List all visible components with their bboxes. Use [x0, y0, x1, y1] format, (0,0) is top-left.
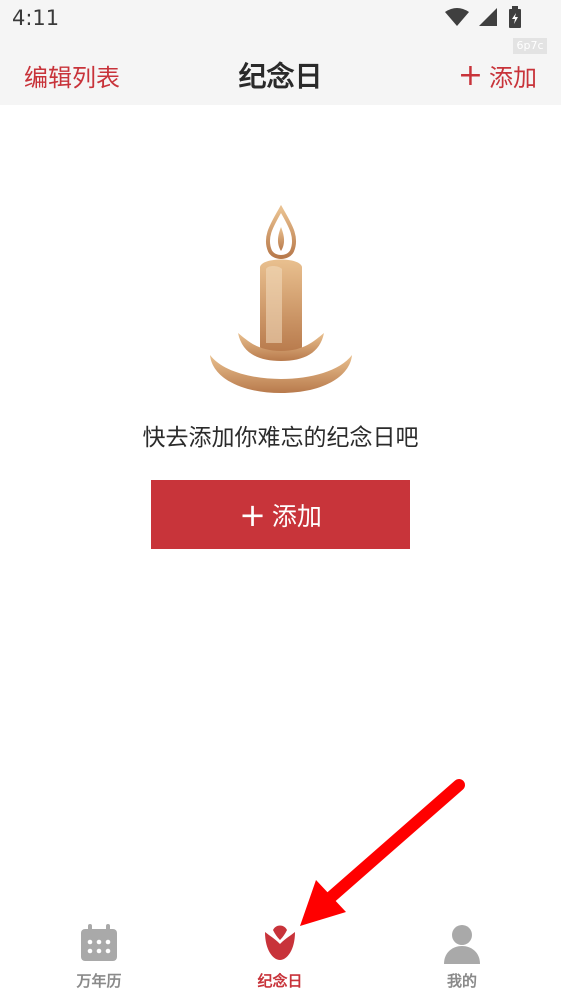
add-button-label: 添加 — [271, 501, 322, 531]
screen: 4:11 6p7c 编辑列表 纪念日 + 添加 快去添加你难忘的纪念日吧 + 添… — [0, 0, 561, 999]
candle-icon — [210, 205, 352, 393]
signal-icon — [479, 8, 497, 26]
tab-label: 万年历 — [76, 972, 122, 990]
person-icon — [444, 925, 480, 964]
battery-icon — [509, 6, 521, 28]
tulip-icon — [265, 925, 295, 960]
tab-anniversary[interactable]: 纪念日 — [220, 910, 340, 999]
plus-icon: + — [239, 495, 266, 534]
tab-label: 纪念日 — [257, 972, 303, 990]
wifi-icon — [445, 8, 469, 26]
bottom-tab-bar: 万年历 纪念日 我的 — [0, 910, 561, 999]
calendar-icon — [81, 924, 117, 961]
empty-state-message: 快去添加你难忘的纪念日吧 — [142, 425, 419, 451]
header-add-label: 添加 — [489, 64, 537, 92]
status-time: 4:11 — [12, 6, 60, 30]
watermark-badge: 6p7c — [513, 38, 547, 54]
plus-icon: + — [457, 57, 483, 93]
top-bar: 4:11 6p7c 编辑列表 纪念日 + 添加 — [0, 0, 561, 105]
status-icons — [445, 6, 521, 28]
tab-me[interactable]: 我的 — [402, 910, 522, 999]
tab-label: 我的 — [446, 972, 477, 990]
add-anniversary-button[interactable]: + 添加 — [151, 480, 410, 549]
tab-calendar[interactable]: 万年历 — [39, 910, 159, 999]
header-add-button[interactable]: + 添加 — [458, 58, 537, 93]
